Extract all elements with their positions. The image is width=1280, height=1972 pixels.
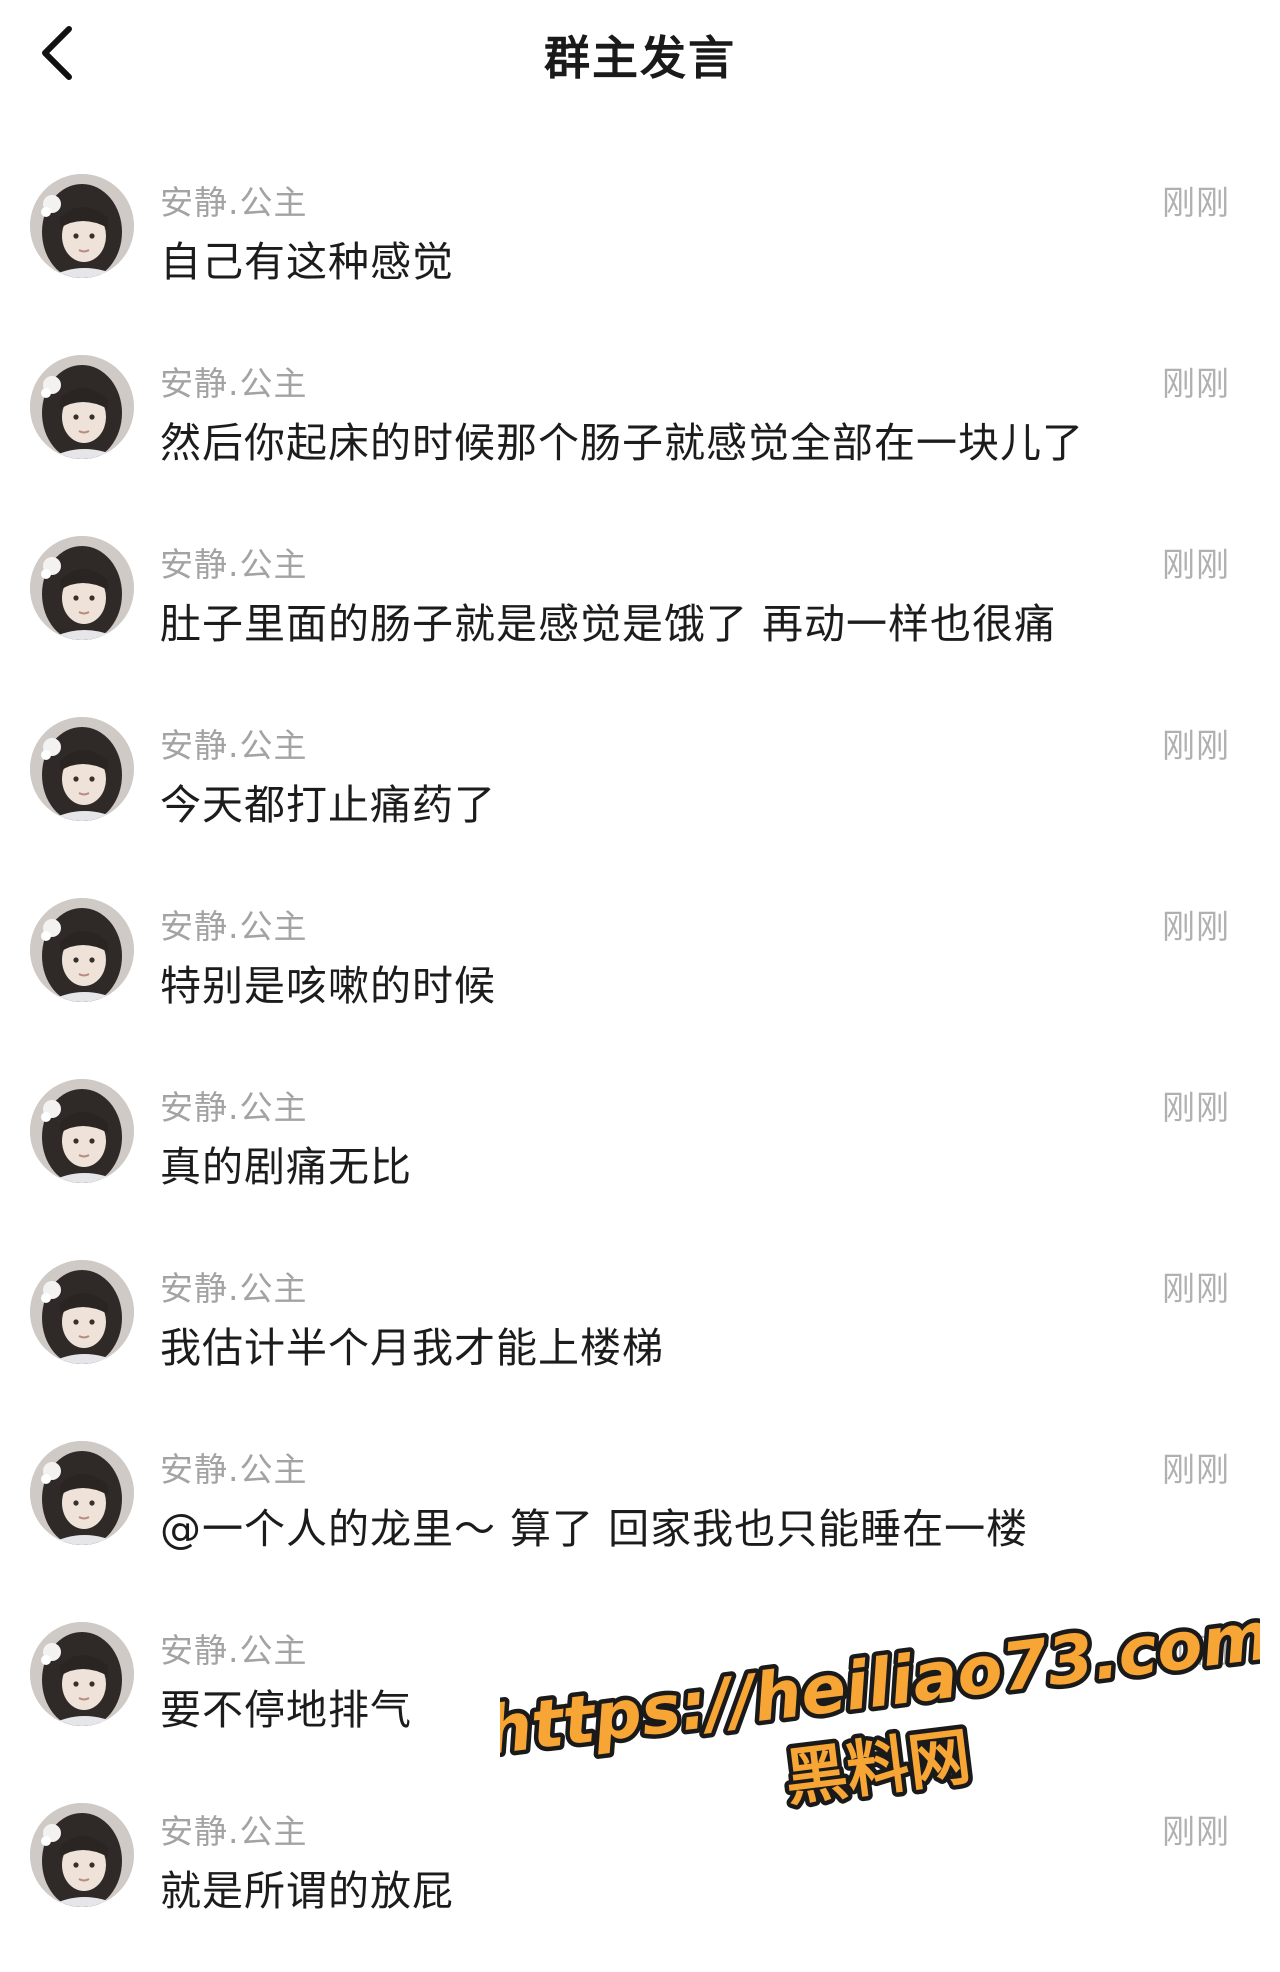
message-item[interactable]: 安静.公主 刚刚 @一个人的龙里～ 算了 回家我也只能睡在一楼	[0, 1429, 1280, 1610]
message-item[interactable]: 安静.公主 刚刚 特别是咳嗽的时候	[0, 886, 1280, 1067]
message-item[interactable]: 安静.公主 刚刚 今天都打止痛药了	[0, 705, 1280, 886]
sender-name: 安静.公主	[160, 364, 308, 403]
sender-name: 安静.公主	[160, 726, 308, 765]
avatar-image	[30, 898, 134, 1002]
message-time: 刚刚	[1162, 726, 1230, 765]
message-text: 真的剧痛无比	[160, 1143, 412, 1191]
avatar-image	[30, 1260, 134, 1364]
message-text: 今天都打止痛药了	[160, 781, 496, 829]
sender-name: 安静.公主	[160, 1450, 308, 1489]
message-text: 自己有这种感觉	[160, 238, 454, 286]
avatar-image	[30, 1441, 134, 1545]
message-text: 我估计半个月我才能上楼梯	[160, 1324, 664, 1372]
avatar[interactable]	[30, 174, 134, 278]
message-time: 刚刚	[1162, 907, 1230, 946]
message-item[interactable]: 安静.公主 刚刚 要不停地排气	[0, 1610, 1280, 1791]
message-time: 刚刚	[1162, 1088, 1230, 1127]
message-text: @一个人的龙里～ 算了 回家我也只能睡在一楼	[160, 1505, 1029, 1553]
message-item[interactable]: 安静.公主 刚刚 然后你起床的时候那个肠子就感觉全部在一块儿了	[0, 343, 1280, 524]
message-item[interactable]: 安静.公主 刚刚 真的剧痛无比	[0, 1067, 1280, 1248]
message-item[interactable]: 安静.公主 刚刚 自己有这种感觉	[0, 162, 1280, 343]
avatar[interactable]	[30, 1441, 134, 1545]
avatar[interactable]	[30, 1622, 134, 1726]
avatar-image	[30, 1803, 134, 1907]
avatar[interactable]	[30, 1079, 134, 1183]
message-time: 刚刚	[1162, 183, 1230, 222]
avatar[interactable]	[30, 898, 134, 1002]
message-time: 刚刚	[1162, 1269, 1230, 1308]
avatar-image	[30, 1079, 134, 1183]
avatar[interactable]	[30, 536, 134, 640]
sender-name: 安静.公主	[160, 1269, 308, 1308]
message-time: 刚刚	[1162, 1450, 1230, 1489]
avatar-image	[30, 174, 134, 278]
avatar-image	[30, 536, 134, 640]
sender-name: 安静.公主	[160, 1631, 308, 1670]
avatar[interactable]	[30, 1260, 134, 1364]
avatar[interactable]	[30, 355, 134, 459]
message-time: 刚刚	[1162, 364, 1230, 403]
avatar[interactable]	[30, 717, 134, 821]
message-text: 肚子里面的肠子就是感觉是饿了 再动一样也很痛	[160, 600, 1057, 648]
message-item[interactable]: 安静.公主 刚刚 就是所谓的放屁	[0, 1791, 1280, 1972]
avatar[interactable]	[30, 1803, 134, 1907]
message-text: 要不停地排气	[160, 1686, 412, 1734]
message-time: 刚刚	[1162, 1812, 1230, 1851]
avatar-image	[30, 717, 134, 821]
sender-name: 安静.公主	[160, 1088, 308, 1127]
page-title: 群主发言	[544, 31, 736, 85]
message-list: 安静.公主 刚刚 自己有这种感觉 安静.公主 刚刚 然后你起床的时候那个肠子就感…	[0, 162, 1280, 1972]
sender-name: 安静.公主	[160, 183, 308, 222]
message-text: 然后你起床的时候那个肠子就感觉全部在一块儿了	[160, 419, 1084, 467]
message-time: 刚刚	[1162, 545, 1230, 584]
message-text: 就是所谓的放屁	[160, 1867, 454, 1915]
message-item[interactable]: 安静.公主 刚刚 我估计半个月我才能上楼梯	[0, 1248, 1280, 1429]
message-item[interactable]: 安静.公主 刚刚 肚子里面的肠子就是感觉是饿了 再动一样也很痛	[0, 524, 1280, 705]
header-bar: 群主发言	[0, 0, 1280, 110]
sender-name: 安静.公主	[160, 1812, 308, 1851]
sender-name: 安静.公主	[160, 545, 308, 584]
avatar-image	[30, 1622, 134, 1726]
sender-name: 安静.公主	[160, 907, 308, 946]
avatar-image	[30, 355, 134, 459]
message-text: 特别是咳嗽的时候	[160, 962, 496, 1010]
message-time: 刚刚	[1162, 1631, 1230, 1670]
